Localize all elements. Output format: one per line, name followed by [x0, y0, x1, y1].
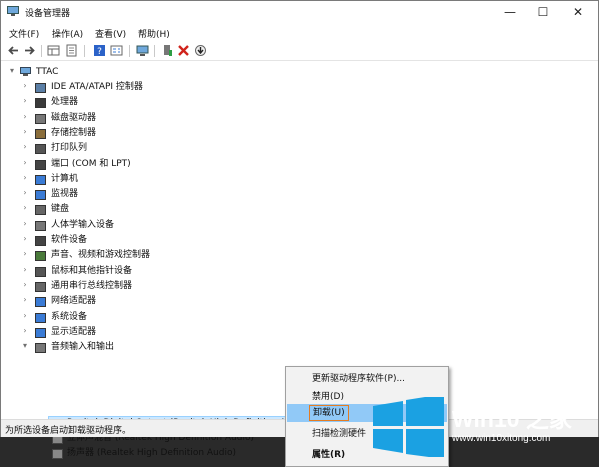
view-icon[interactable] [110, 44, 123, 57]
keyboard-icon [35, 205, 46, 216]
tree-category[interactable]: 鼠标和其他指针设备 [51, 264, 132, 279]
tree-category[interactable]: 计算机 [51, 172, 78, 187]
expand-arrow-icon[interactable]: › [21, 158, 29, 167]
properties-icon[interactable] [65, 44, 78, 57]
usb-icon [35, 281, 46, 292]
tree-category[interactable]: 磁盘驱动器 [51, 111, 96, 126]
hid-icon [35, 220, 46, 231]
mouse-icon [35, 266, 46, 277]
disable-icon[interactable] [194, 44, 207, 57]
ide-controller-icon [35, 83, 46, 93]
device-tree: ▾ TTAC › IDE ATA/ATAPI 控制器 › 处理器 › 磁盘驱动器 › 存储控制… [1, 61, 598, 459]
menu-item-label: 更新驱动程序软件(P)... [312, 374, 406, 384]
speaker-icon [52, 449, 63, 459]
tree-category[interactable]: IDE ATA/ATAPI 控制器 [51, 80, 143, 95]
menu-item-update-driver[interactable]: 更新驱动程序软件(P)... [287, 370, 447, 388]
collapse-arrow-icon[interactable]: ▾ [8, 66, 16, 75]
expand-arrow-icon[interactable]: › [21, 112, 29, 121]
printer-icon [35, 144, 46, 155]
maximize-button[interactable]: ☐ [527, 1, 559, 23]
expand-arrow-icon[interactable]: › [21, 173, 29, 182]
back-icon[interactable] [7, 44, 20, 57]
toolbar-separator [84, 45, 85, 57]
menu-bar: 文件(F) 操作(A) 查看(V) 帮助(H) [1, 24, 598, 41]
menu-view[interactable]: 查看(V) [95, 27, 126, 40]
status-text: 为所选设备启动卸载驱动程序。 [5, 426, 132, 436]
display-adapter-icon [35, 327, 46, 338]
update-driver-icon[interactable] [161, 44, 174, 57]
expand-arrow-icon[interactable]: › [21, 326, 29, 335]
expand-arrow-icon[interactable]: › [21, 219, 29, 228]
tree-category[interactable]: 存储控制器 [51, 126, 96, 141]
expand-arrow-icon[interactable]: › [21, 96, 29, 105]
menu-item-label: 属性(R) [312, 450, 346, 460]
tree-category[interactable]: 显示适配器 [51, 325, 96, 340]
system-device-icon [35, 312, 46, 323]
tree-category[interactable]: 键盘 [51, 202, 69, 217]
windows-logo-icon [373, 397, 444, 457]
audio-io-icon [35, 343, 46, 354]
window-title: 设备管理器 [25, 9, 71, 19]
expand-arrow-icon[interactable]: › [21, 249, 29, 258]
monitor-icon [35, 190, 46, 201]
tree-category[interactable]: 打印队列 [51, 141, 87, 156]
toolbar-separator [154, 45, 155, 57]
expand-arrow-icon[interactable]: › [21, 203, 29, 212]
device-manager-icon [7, 6, 19, 16]
expand-arrow-icon[interactable]: › [21, 311, 29, 320]
tree-category[interactable]: 端口 (COM 和 LPT) [51, 157, 131, 172]
collapse-arrow-icon[interactable]: ▾ [21, 341, 29, 350]
svg-text:?: ? [97, 47, 102, 57]
software-device-icon [35, 236, 46, 246]
tree-category[interactable]: 网络适配器 [51, 294, 96, 309]
tree-category[interactable]: 声音、视频和游戏控制器 [51, 248, 150, 263]
tree-category[interactable]: 通用串行总线控制器 [51, 279, 132, 294]
expand-arrow-icon[interactable]: › [21, 81, 29, 90]
tree-category[interactable]: 监视器 [51, 187, 78, 202]
expand-arrow-icon[interactable]: › [21, 234, 29, 243]
computer-icon [35, 174, 46, 185]
expand-arrow-icon[interactable]: › [21, 280, 29, 289]
menu-file[interactable]: 文件(F) [9, 27, 39, 40]
toolbar-separator [129, 45, 130, 57]
network-adapter-icon [35, 297, 46, 308]
tree-root-ttac[interactable]: TTAC [36, 65, 58, 80]
menu-item-label: 卸载(U) [309, 405, 349, 421]
expand-arrow-icon[interactable]: › [21, 127, 29, 136]
tree-category[interactable]: 系统设备 [51, 310, 87, 325]
scan-hardware-icon[interactable] [136, 44, 149, 57]
watermark-brand: Win10 之家 [452, 406, 572, 432]
help-icon[interactable]: ? [93, 44, 106, 57]
watermark-url: www.win10xitong.com [452, 433, 551, 444]
expand-arrow-icon[interactable]: › [21, 142, 29, 151]
tree-category[interactable]: 人体学输入设备 [51, 218, 114, 233]
close-button[interactable]: ✕ [562, 1, 594, 23]
menu-help[interactable]: 帮助(H) [138, 27, 170, 40]
show-hide-tree-icon[interactable] [47, 44, 60, 57]
computer-root-icon [20, 67, 31, 76]
title-bar: 设备管理器 — ☐ ✕ [1, 1, 598, 23]
tree-category[interactable]: 音频输入和输出 [51, 340, 114, 355]
port-icon [35, 159, 46, 170]
processor-icon [35, 98, 46, 109]
tree-category[interactable]: 软件设备 [51, 233, 87, 248]
forward-icon[interactable] [23, 44, 36, 57]
toolbar: ? [1, 42, 598, 61]
toolbar-separator [41, 45, 42, 57]
tree-device-item[interactable]: 扬声器 (Realtek High Definition Audio) [67, 446, 236, 461]
minimize-button[interactable]: — [494, 1, 526, 23]
uninstall-icon[interactable] [177, 44, 190, 57]
sound-icon [35, 251, 46, 262]
menu-item-label: 扫描检测硬件 [312, 429, 367, 439]
storage-controller-icon [35, 128, 46, 139]
disk-drive-icon [35, 113, 46, 124]
expand-arrow-icon[interactable]: › [21, 188, 29, 197]
expand-arrow-icon[interactable]: › [21, 265, 29, 274]
expand-arrow-icon[interactable]: › [21, 295, 29, 304]
tree-category[interactable]: 处理器 [51, 95, 78, 110]
menu-action[interactable]: 操作(A) [52, 27, 83, 40]
